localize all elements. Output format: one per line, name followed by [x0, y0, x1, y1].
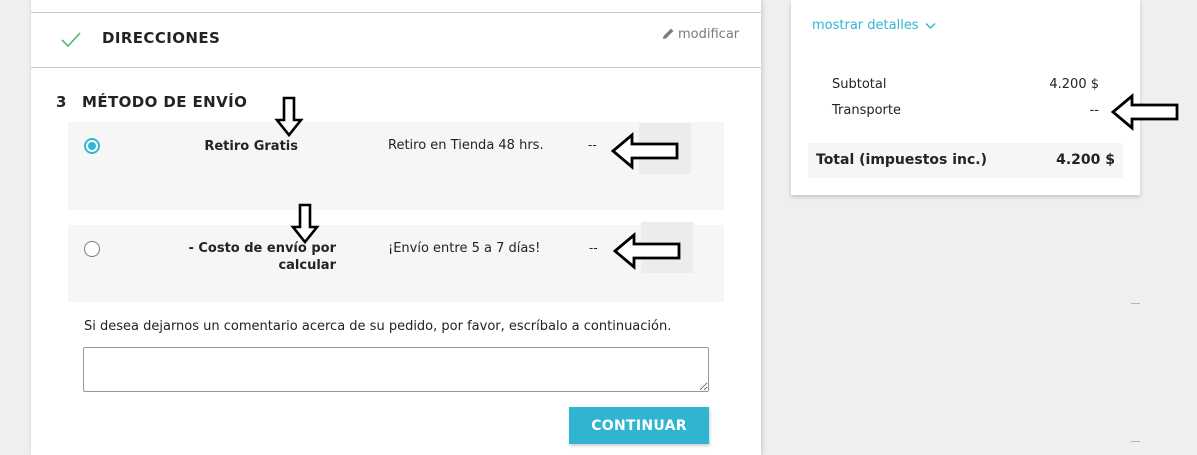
carrier-radio-retiro[interactable]: [84, 138, 100, 154]
divider: [31, 12, 761, 13]
chevron-down-icon: [925, 23, 936, 29]
left-arrow-annotation: [612, 231, 681, 271]
total-label: Total (impuestos inc.): [816, 152, 988, 168]
total-value: 4.200 $: [1056, 152, 1115, 168]
pencil-icon: [663, 28, 674, 39]
divider: [31, 67, 761, 68]
shipping-cost-label: Transporte: [832, 103, 901, 118]
down-arrow-annotation: [274, 96, 304, 138]
comment-label: Si desea dejarnos un comentario acerca d…: [84, 319, 672, 334]
comment-textarea[interactable]: [83, 347, 709, 392]
shipping-step-title: MÉTODO DE ENVÍO: [82, 93, 248, 111]
edit-addresses-link[interactable]: modificar: [662, 27, 739, 42]
checkmark-icon: [60, 28, 82, 50]
carrier-price: --: [588, 138, 597, 152]
carrier-delay: ¡Envío entre 5 a 7 días!: [388, 241, 541, 256]
left-arrow-annotation: [1110, 92, 1179, 132]
subtotal-label: Subtotal: [832, 77, 887, 92]
subtotal-value: 4.200 $: [1049, 77, 1099, 92]
left-arrow-annotation: [610, 131, 679, 171]
carrier-price: --: [589, 241, 598, 255]
carrier-name: - Costo de envío por calcular: [188, 241, 336, 273]
shipping-cost-value: --: [1089, 103, 1099, 118]
down-arrow-annotation: [290, 203, 320, 245]
addresses-step-title: DIRECCIONES: [102, 29, 221, 47]
show-details-label: mostrar detalles: [812, 18, 919, 33]
divider: [1131, 441, 1140, 442]
carrier-delay: Retiro en Tienda 48 hrs.: [388, 138, 544, 153]
carrier-name: Retiro Gratis: [204, 139, 298, 154]
edit-label: modificar: [678, 27, 740, 42]
show-details-link[interactable]: mostrar detalles: [812, 18, 936, 33]
divider: [1131, 303, 1140, 304]
carrier-radio-envio[interactable]: [84, 241, 100, 257]
step-number: 3: [56, 93, 67, 111]
continue-button[interactable]: CONTINUAR: [569, 407, 709, 444]
